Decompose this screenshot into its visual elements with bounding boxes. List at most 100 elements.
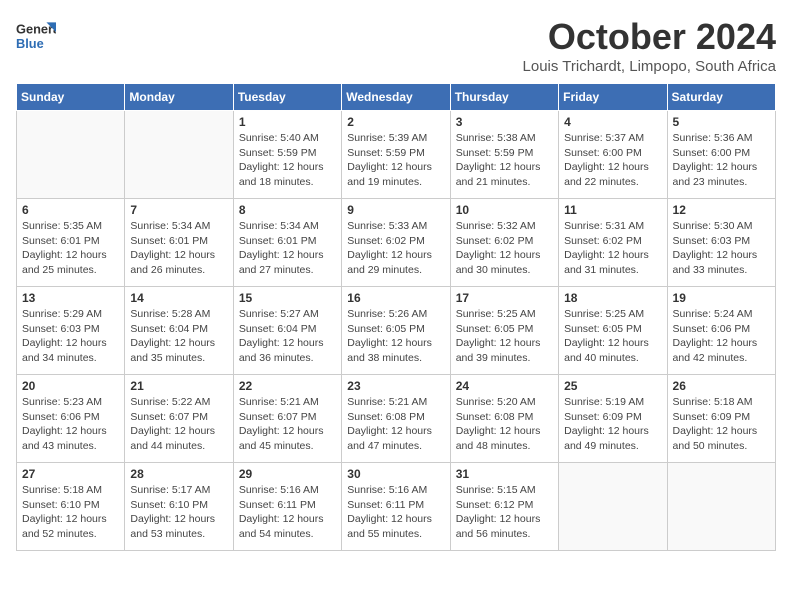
day-info: Sunrise: 5:25 AMSunset: 6:05 PMDaylight:… [564,307,661,366]
day-number: 29 [239,467,336,481]
day-number: 7 [130,203,227,217]
day-number: 14 [130,291,227,305]
page-subtitle: Louis Trichardt, Limpopo, South Africa [523,58,776,75]
calendar-week-row: 6Sunrise: 5:35 AMSunset: 6:01 PMDaylight… [17,199,776,287]
weekday-header: Wednesday [342,84,450,111]
day-info: Sunrise: 5:22 AMSunset: 6:07 PMDaylight:… [130,395,227,454]
weekday-header: Tuesday [233,84,341,111]
day-number: 8 [239,203,336,217]
day-number: 31 [456,467,553,481]
weekday-header: Friday [559,84,667,111]
day-info: Sunrise: 5:16 AMSunset: 6:11 PMDaylight:… [239,483,336,542]
day-info: Sunrise: 5:23 AMSunset: 6:06 PMDaylight:… [22,395,119,454]
day-info: Sunrise: 5:31 AMSunset: 6:02 PMDaylight:… [564,219,661,278]
day-number: 17 [456,291,553,305]
day-info: Sunrise: 5:29 AMSunset: 6:03 PMDaylight:… [22,307,119,366]
day-info: Sunrise: 5:36 AMSunset: 6:00 PMDaylight:… [673,131,770,190]
day-number: 15 [239,291,336,305]
day-number: 6 [22,203,119,217]
day-number: 24 [456,379,553,393]
day-info: Sunrise: 5:34 AMSunset: 6:01 PMDaylight:… [239,219,336,278]
calendar-day-cell: 17 Sunrise: 5:25 AMSunset: 6:05 PMDayligh… [450,287,558,375]
day-number: 1 [239,115,336,129]
day-number: 4 [564,115,661,129]
logo-icon: General Blue [16,16,56,56]
calendar-day-cell: 11 Sunrise: 5:31 AMSunset: 6:02 PMDayligh… [559,199,667,287]
day-number: 19 [673,291,770,305]
day-number: 22 [239,379,336,393]
day-number: 11 [564,203,661,217]
calendar-day-cell [667,463,775,551]
day-info: Sunrise: 5:40 AMSunset: 5:59 PMDaylight:… [239,131,336,190]
calendar-day-cell: 23 Sunrise: 5:21 AMSunset: 6:08 PMDayligh… [342,375,450,463]
calendar-day-cell [559,463,667,551]
calendar-day-cell: 21 Sunrise: 5:22 AMSunset: 6:07 PMDayligh… [125,375,233,463]
calendar-day-cell: 9Sunrise: 5:33 AMSunset: 6:02 PMDaylight… [342,199,450,287]
title-block: October 2024 Louis Trichardt, Limpopo, S… [523,16,776,75]
page-title: October 2024 [523,16,776,58]
day-number: 30 [347,467,444,481]
calendar-day-cell: 24 Sunrise: 5:20 AMSunset: 6:08 PMDayligh… [450,375,558,463]
calendar-day-cell: 15 Sunrise: 5:27 AMSunset: 6:04 PMDayligh… [233,287,341,375]
day-number: 27 [22,467,119,481]
day-info: Sunrise: 5:16 AMSunset: 6:11 PMDaylight:… [347,483,444,542]
page-header: General Blue October 2024 Louis Trichard… [16,16,776,75]
calendar-day-cell: 3Sunrise: 5:38 AMSunset: 5:59 PMDaylight… [450,111,558,199]
day-info: Sunrise: 5:21 AMSunset: 6:08 PMDaylight:… [347,395,444,454]
day-number: 10 [456,203,553,217]
weekday-header: Sunday [17,84,125,111]
calendar-day-cell: 22 Sunrise: 5:21 AMSunset: 6:07 PMDayligh… [233,375,341,463]
calendar-week-row: 1 Sunrise: 5:40 AMSunset: 5:59 PMDaylight… [17,111,776,199]
day-info: Sunrise: 5:18 AMSunset: 6:09 PMDaylight:… [673,395,770,454]
calendar-day-cell [125,111,233,199]
day-info: Sunrise: 5:25 AMSunset: 6:05 PMDaylight:… [456,307,553,366]
calendar-day-cell: 25 Sunrise: 5:19 AMSunset: 6:09 PMDayligh… [559,375,667,463]
day-number: 20 [22,379,119,393]
calendar-day-cell: 1 Sunrise: 5:40 AMSunset: 5:59 PMDaylight… [233,111,341,199]
day-number: 5 [673,115,770,129]
day-info: Sunrise: 5:28 AMSunset: 6:04 PMDaylight:… [130,307,227,366]
day-number: 26 [673,379,770,393]
calendar-week-row: 13Sunrise: 5:29 AMSunset: 6:03 PMDayligh… [17,287,776,375]
day-number: 18 [564,291,661,305]
calendar-day-cell: 2Sunrise: 5:39 AMSunset: 5:59 PMDaylight… [342,111,450,199]
logo: General Blue [16,16,58,56]
calendar-day-cell: 20 Sunrise: 5:23 AMSunset: 6:06 PMDayligh… [17,375,125,463]
calendar-day-cell: 19 Sunrise: 5:24 AMSunset: 6:06 PMDayligh… [667,287,775,375]
calendar-day-cell: 26 Sunrise: 5:18 AMSunset: 6:09 PMDayligh… [667,375,775,463]
day-info: Sunrise: 5:20 AMSunset: 6:08 PMDaylight:… [456,395,553,454]
day-number: 28 [130,467,227,481]
calendar-day-cell: 13Sunrise: 5:29 AMSunset: 6:03 PMDayligh… [17,287,125,375]
day-number: 16 [347,291,444,305]
day-info: Sunrise: 5:18 AMSunset: 6:10 PMDaylight:… [22,483,119,542]
day-info: Sunrise: 5:15 AMSunset: 6:12 PMDaylight:… [456,483,553,542]
calendar-day-cell: 29 Sunrise: 5:16 AMSunset: 6:11 PMDayligh… [233,463,341,551]
calendar-day-cell: 5 Sunrise: 5:36 AMSunset: 6:00 PMDaylight… [667,111,775,199]
calendar-table: SundayMondayTuesdayWednesdayThursdayFrid… [16,83,776,551]
day-info: Sunrise: 5:30 AMSunset: 6:03 PMDaylight:… [673,219,770,278]
day-info: Sunrise: 5:21 AMSunset: 6:07 PMDaylight:… [239,395,336,454]
day-number: 25 [564,379,661,393]
day-info: Sunrise: 5:26 AMSunset: 6:05 PMDaylight:… [347,307,444,366]
calendar-day-cell: 12 Sunrise: 5:30 AMSunset: 6:03 PMDayligh… [667,199,775,287]
day-info: Sunrise: 5:24 AMSunset: 6:06 PMDaylight:… [673,307,770,366]
calendar-day-cell [17,111,125,199]
calendar-day-cell: 18 Sunrise: 5:25 AMSunset: 6:05 PMDayligh… [559,287,667,375]
weekday-header: Saturday [667,84,775,111]
day-info: Sunrise: 5:39 AMSunset: 5:59 PMDaylight:… [347,131,444,190]
calendar-header-row: SundayMondayTuesdayWednesdayThursdayFrid… [17,84,776,111]
weekday-header: Thursday [450,84,558,111]
day-number: 12 [673,203,770,217]
svg-text:Blue: Blue [16,36,44,51]
calendar-day-cell: 31 Sunrise: 5:15 AMSunset: 6:12 PMDayligh… [450,463,558,551]
day-number: 21 [130,379,227,393]
day-info: Sunrise: 5:17 AMSunset: 6:10 PMDaylight:… [130,483,227,542]
day-info: Sunrise: 5:27 AMSunset: 6:04 PMDaylight:… [239,307,336,366]
calendar-day-cell: 14 Sunrise: 5:28 AMSunset: 6:04 PMDayligh… [125,287,233,375]
day-info: Sunrise: 5:19 AMSunset: 6:09 PMDaylight:… [564,395,661,454]
calendar-day-cell: 16 Sunrise: 5:26 AMSunset: 6:05 PMDayligh… [342,287,450,375]
calendar-day-cell: 28 Sunrise: 5:17 AMSunset: 6:10 PMDayligh… [125,463,233,551]
day-number: 23 [347,379,444,393]
calendar-day-cell: 10Sunrise: 5:32 AMSunset: 6:02 PMDayligh… [450,199,558,287]
calendar-week-row: 27 Sunrise: 5:18 AMSunset: 6:10 PMDayligh… [17,463,776,551]
